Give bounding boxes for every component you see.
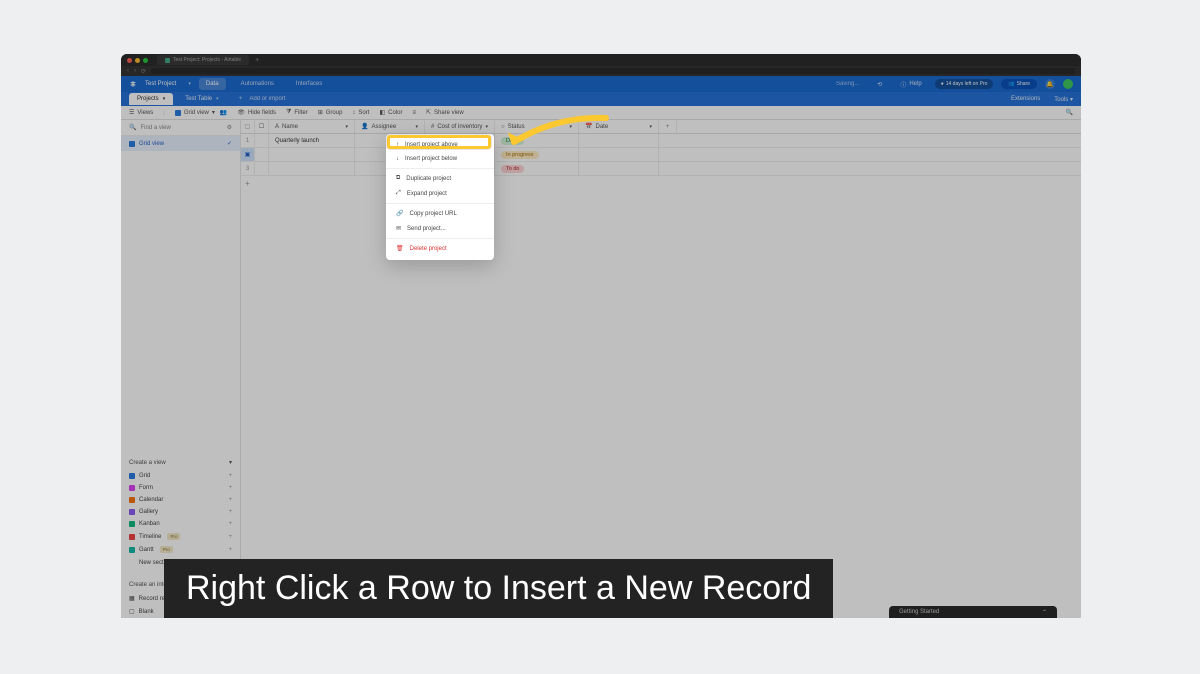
tab-interfaces[interactable]: Interfaces bbox=[289, 78, 329, 90]
arrow-down-icon: ↓ bbox=[396, 156, 399, 162]
trial-label: 14 days left on Pro bbox=[946, 81, 988, 87]
getting-started-panel[interactable]: Getting Started ⌃ bbox=[889, 606, 1057, 618]
expand-icon: ⤢ bbox=[396, 190, 401, 197]
dropdown-icon[interactable]: ▾ bbox=[188, 81, 191, 87]
arrow-up-icon: ↑ bbox=[396, 142, 399, 148]
browser-url-bar: ‹ › ⟳ bbox=[121, 66, 1081, 76]
table-tab-projects[interactable]: Projects▾ bbox=[129, 93, 173, 105]
table-row[interactable]: 3 To do bbox=[241, 162, 1081, 176]
add-column-button[interactable]: + bbox=[659, 120, 677, 133]
select-all-checkbox[interactable]: ☐ bbox=[255, 120, 269, 133]
new-tab-button[interactable]: + bbox=[255, 57, 259, 64]
share-label: Share bbox=[1017, 81, 1030, 87]
create-timeline[interactable]: TimelinePro+ bbox=[121, 530, 240, 543]
link-icon: 🔗 bbox=[396, 210, 403, 217]
views-toggle[interactable]: ☰ Views bbox=[129, 109, 153, 116]
ctx-send[interactable]: ✉Send project... bbox=[386, 221, 494, 236]
data-grid: ▢ ☐ A Name▾ 👤 Assignee▾ # Cost of invent… bbox=[241, 120, 1081, 618]
expand-all-icon[interactable]: ▢ bbox=[241, 120, 255, 133]
ctx-duplicate[interactable]: ⧉Duplicate project bbox=[386, 171, 494, 186]
sort-button[interactable]: ↕ Sort bbox=[352, 110, 369, 116]
table-tab-test-table[interactable]: Test Table▾ bbox=[177, 93, 226, 105]
sidebar-view-grid[interactable]: Grid view✓ bbox=[121, 136, 240, 151]
check-icon: ✓ bbox=[227, 140, 232, 147]
notifications-icon[interactable]: 🔔 bbox=[1045, 79, 1055, 89]
minimize-window-dot[interactable] bbox=[135, 58, 140, 63]
airtable-logo-icon[interactable] bbox=[129, 80, 137, 88]
filter-button[interactable]: ⧩ Filter bbox=[286, 109, 308, 116]
reload-icon[interactable]: ⟳ bbox=[141, 68, 146, 75]
column-name[interactable]: A Name▾ bbox=[269, 120, 355, 133]
url-field[interactable] bbox=[151, 68, 1075, 74]
create-gallery[interactable]: Gallery+ bbox=[121, 506, 240, 518]
ctx-expand[interactable]: ⤢Expand project bbox=[386, 186, 494, 201]
color-button[interactable]: ◧ Color bbox=[379, 109, 402, 116]
tab-data[interactable]: Data bbox=[199, 78, 226, 90]
group-button[interactable]: ⊞ Group bbox=[318, 109, 343, 116]
add-table-button[interactable]: + Add or import bbox=[231, 93, 294, 105]
table-row[interactable]: 1 Quarterly launch Done bbox=[241, 134, 1081, 148]
forward-icon[interactable]: › bbox=[134, 68, 136, 74]
trial-badge[interactable]: ● 14 days left on Pro bbox=[935, 79, 994, 89]
browser-tab[interactable]: Test Project: Projects - Airtable bbox=[157, 55, 249, 65]
create-form[interactable]: Form+ bbox=[121, 482, 240, 494]
table-row[interactable]: ▣ In progress bbox=[241, 148, 1081, 162]
tab-automations[interactable]: Automations bbox=[234, 78, 281, 90]
ctx-insert-below[interactable]: ↓Insert project below bbox=[386, 152, 494, 166]
view-toolbar: ☰ Views | Grid view ▾ 👥 👁 Hide fields ⧩ … bbox=[121, 106, 1081, 120]
share-view-button[interactable]: ⇱ Share view bbox=[426, 109, 464, 116]
tools-link[interactable]: Tools ▾ bbox=[1054, 96, 1073, 103]
row-context-menu: ↑Insert project above ↓Insert project be… bbox=[386, 134, 494, 260]
row-height-button[interactable]: ≡ bbox=[412, 110, 416, 116]
column-cost[interactable]: # Cost of inventory▾ bbox=[425, 120, 495, 133]
browser-tab-title: Test Project: Projects - Airtable bbox=[173, 57, 241, 63]
app-header: Test Project ▾ Data Automations Interfac… bbox=[121, 76, 1081, 92]
maximize-window-dot[interactable] bbox=[143, 58, 148, 63]
create-calendar[interactable]: Calendar+ bbox=[121, 494, 240, 506]
create-gantt[interactable]: GanttPro+ bbox=[121, 543, 240, 556]
base-title[interactable]: Test Project bbox=[145, 81, 176, 87]
ctx-insert-above[interactable]: ↑Insert project above bbox=[386, 138, 494, 152]
back-icon[interactable]: ‹ bbox=[127, 68, 129, 74]
search-icon[interactable]: 🔍 bbox=[1066, 109, 1073, 116]
chevron-down-icon: ▾ bbox=[229, 459, 232, 466]
find-view-input[interactable]: 🔍 Find a view⚙ bbox=[121, 120, 240, 136]
grid-header-row: ▢ ☐ A Name▾ 👤 Assignee▾ # Cost of invent… bbox=[241, 120, 1081, 134]
share-button[interactable]: 👥 Share bbox=[1001, 79, 1037, 89]
chevron-up-icon: ⌃ bbox=[1042, 609, 1047, 616]
trash-icon: 🗑 bbox=[396, 245, 404, 252]
ctx-copy-url[interactable]: 🔗Copy project URL bbox=[386, 206, 494, 221]
extensions-link[interactable]: Extensions bbox=[1011, 96, 1040, 102]
help-button[interactable]: ⓘ Help bbox=[895, 78, 926, 91]
column-date[interactable]: 📅 Date▾ bbox=[579, 120, 659, 133]
mail-icon: ✉ bbox=[396, 225, 401, 232]
table-tab-row: Projects▾ Test Table▾ + Add or import Ex… bbox=[121, 92, 1081, 106]
column-status[interactable]: ○ Status▾ bbox=[495, 120, 579, 133]
create-view-section[interactable]: Create a view▾ bbox=[121, 455, 240, 470]
browser-titlebar: Test Project: Projects - Airtable + bbox=[121, 54, 1081, 66]
close-window-dot[interactable] bbox=[127, 58, 132, 63]
column-assignee[interactable]: 👤 Assignee▾ bbox=[355, 120, 425, 133]
add-row-button[interactable]: + bbox=[241, 176, 1081, 190]
user-avatar[interactable] bbox=[1063, 79, 1073, 89]
views-sidebar: 🔍 Find a view⚙ Grid view✓ Create a view▾… bbox=[121, 120, 241, 618]
saving-status: Saving... bbox=[831, 79, 864, 89]
tutorial-caption: Right Click a Row to Insert a New Record bbox=[164, 559, 833, 618]
getting-started-label: Getting Started bbox=[899, 609, 939, 615]
help-label: Help bbox=[909, 81, 921, 87]
view-picker[interactable]: Grid view ▾ 👥 bbox=[175, 109, 228, 116]
airtable-favicon bbox=[165, 58, 170, 63]
create-kanban[interactable]: Kanban+ bbox=[121, 518, 240, 530]
ctx-delete[interactable]: 🗑Delete project bbox=[386, 241, 494, 256]
create-grid[interactable]: Grid+ bbox=[121, 470, 240, 482]
hide-fields-button[interactable]: 👁 Hide fields bbox=[237, 109, 276, 116]
duplicate-icon: ⧉ bbox=[396, 175, 400, 182]
history-icon[interactable]: ⟲ bbox=[872, 79, 887, 90]
